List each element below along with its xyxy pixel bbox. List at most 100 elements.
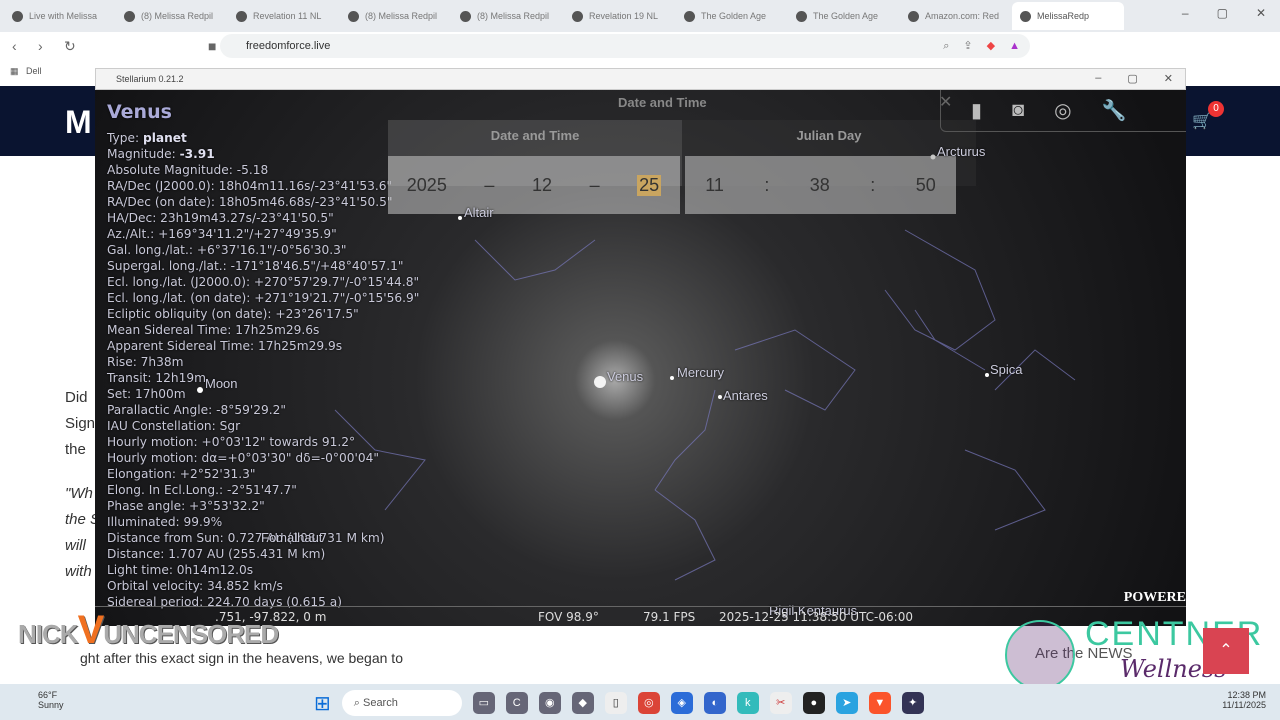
chrome-icon[interactable]: ◎ [637, 692, 660, 714]
stellarium-close[interactable]: ✕ [1164, 72, 1173, 85]
info-label: Parallactic Angle: -8°59'29.2" [107, 403, 286, 417]
brave-icon[interactable]: ▼ [868, 692, 891, 714]
hour-spinner[interactable]: 11 [705, 175, 724, 196]
info-line: Mean Sidereal Time: 17h25m29.6s [107, 322, 419, 338]
system-clock[interactable]: 12:38 PM 11/11/2025 [1222, 690, 1266, 710]
dialog-title: Date and Time [618, 95, 707, 110]
minimize-button[interactable]: – [1182, 6, 1189, 20]
star-label-antares[interactable]: Antares [723, 388, 768, 403]
brave-shield-icon[interactable]: ◆ [987, 34, 995, 58]
date-spinners: 2025 – 12 – 25 [388, 156, 680, 214]
month-spinner[interactable]: 12 [532, 175, 552, 196]
apps-icon[interactable]: ▦ [10, 66, 19, 76]
day-spinner[interactable]: 25 [637, 174, 662, 196]
info-label: Type: [107, 131, 143, 145]
windows-taskbar: 66°F Sunny ⊞ ⌕ Search ▭ C ◉ ◆ ▯ ◎ ◈ ◐ k ✂… [0, 684, 1280, 720]
stellarium-titlebar: Stellarium 0.21.2 – ▢ ✕ [95, 68, 1186, 90]
date-time-dialog: Date and Time Date and Time Julian Day 2… [388, 95, 976, 214]
info-label: Illuminated: 99.9% [107, 515, 223, 529]
clock-time: 12:38 PM [1227, 690, 1266, 700]
zoom-icon[interactable]: ⌕ [943, 34, 949, 58]
browser-tab[interactable]: Revelation 11 NL [228, 2, 340, 30]
close-dialog-icon[interactable]: ✕ [939, 92, 952, 112]
info-line: Magnitude: -3.91 [107, 146, 419, 162]
stellarium-maximize[interactable]: ▢ [1127, 72, 1137, 85]
fov-readout: FOV 98.9° [538, 610, 599, 624]
brave-rewards-icon[interactable]: ▲ [1009, 34, 1020, 58]
task-view-icon[interactable]: ▭ [472, 692, 495, 714]
year-spinner[interactable]: 2025 [407, 175, 447, 196]
app-icon[interactable]: ◈ [670, 692, 693, 714]
second-spinner[interactable]: 50 [916, 175, 936, 196]
share-icon[interactable]: ⇪ [963, 34, 972, 58]
info-label: Distance: 1.707 AU (255.431 M km) [107, 547, 326, 561]
app-icon[interactable]: ◐ [703, 692, 726, 714]
browser-tab[interactable]: (8) Melissa Redpil [340, 2, 452, 30]
address-bar-row: ‹ › ↻ ■ freedomforce.live ⌕ ⇪ ◆ ▲ [0, 32, 1280, 60]
info-label: Transit: 12h19m [107, 371, 206, 385]
tab-title: (8) Melissa Redpil [477, 11, 550, 21]
reload-button[interactable]: ↻ [64, 38, 78, 55]
browser-tab[interactable]: Live with Melissa [4, 2, 116, 30]
file-icon[interactable]: ▯ [604, 692, 627, 714]
label-venus[interactable]: Venus [607, 369, 643, 384]
scroll-to-top-button[interactable]: ⌃ [1203, 628, 1249, 674]
star-label-fomalhaut[interactable]: Fomalhaut [261, 530, 322, 545]
browser-tab[interactable]: MelissaRedp [1012, 2, 1124, 30]
info-label: Orbital velocity: 34.852 km/s [107, 579, 283, 593]
info-label: RA/Dec (J2000.0): 18h04m11.16s/-23°41'53… [107, 179, 393, 193]
copilot-icon[interactable]: C [505, 692, 528, 714]
url-field[interactable]: freedomforce.live ⌕ ⇪ ◆ ▲ [220, 34, 1030, 58]
telescope-icon[interactable]: ▮ [971, 98, 982, 123]
minute-spinner[interactable]: 38 [810, 175, 830, 196]
browser-tab[interactable]: Amazon.com: Red [900, 2, 1012, 30]
browser-tab[interactable]: (8) Melissa Redpil [116, 2, 228, 30]
app-icon[interactable]: ◉ [538, 692, 561, 714]
k-app-icon[interactable]: k [736, 692, 759, 714]
weather-widget[interactable]: 66°F Sunny [38, 690, 64, 710]
sky-view[interactable]: Venus Type: planet Magnitude: -3.91 Absolu… [95, 90, 1186, 626]
browser-tab[interactable]: (8) Melissa Redpil [452, 2, 564, 30]
separator: : [870, 174, 876, 195]
info-line: Elongation: +2°52'31.3" [107, 466, 419, 482]
close-button[interactable]: ✕ [1256, 6, 1266, 20]
star-label-spica[interactable]: Spica [990, 362, 1023, 377]
stellarium-taskbar-icon[interactable]: ✦ [901, 692, 924, 714]
info-line: Hourly motion: +0°03'12" towards 91.2° [107, 434, 419, 450]
weather-desc: Sunny [38, 700, 64, 710]
label-moon[interactable]: Moon [205, 376, 238, 391]
ocular-icon[interactable]: ◙ [1012, 99, 1024, 122]
snipping-tool-icon[interactable]: ✂ [769, 692, 792, 714]
tab-favicon [1020, 10, 1031, 22]
star-label-altair[interactable]: Altair [464, 205, 494, 220]
star-label-arcturus[interactable]: Arcturus [937, 144, 985, 159]
object-name: Venus [107, 101, 172, 123]
telegram-icon[interactable]: ➤ [835, 692, 858, 714]
back-button[interactable]: ‹ [12, 38, 26, 54]
info-label: Hourly motion: dα=+0°03'30" dδ=-0°00'04" [107, 451, 379, 465]
label-mercury[interactable]: Mercury [677, 365, 724, 380]
target-icon[interactable]: ◎ [1054, 98, 1071, 123]
forward-button[interactable]: › [38, 38, 52, 54]
maximize-button[interactable]: ▢ [1217, 6, 1228, 20]
info-line: Supergal. long./lat.: -171°18'46.5"/+48°… [107, 258, 419, 274]
browser-tab[interactable]: The Golden Age [676, 2, 788, 30]
info-line: Rise: 7h38m [107, 354, 419, 370]
start-button[interactable]: ⊞ [314, 691, 331, 716]
info-line: Ecl. long./lat. (on date): +271°19'21.7"… [107, 290, 419, 306]
time-spinners: 11: 38: 50 [685, 156, 956, 214]
info-line: Hourly motion: dα=+0°03'30" dδ=-0°00'04" [107, 450, 419, 466]
wrench-icon[interactable]: 🔧 [1102, 98, 1127, 123]
browser-tab[interactable]: The Golden Age [788, 2, 900, 30]
app-icon[interactable]: ◆ [571, 692, 594, 714]
info-line: Light time: 0h14m12.0s [107, 562, 419, 578]
app-icon[interactable]: ● [802, 692, 825, 714]
top-toolbar: ✕ ▮ ◙ ◎ 🔧 [939, 90, 1186, 132]
browser-tab[interactable]: Revelation 19 NL [564, 2, 676, 30]
tab-favicon [908, 10, 919, 22]
stellarium-minimize[interactable]: – [1095, 72, 1101, 85]
bookmark-folder[interactable]: Dell [26, 66, 42, 76]
taskbar-search[interactable]: ⌕ Search [341, 690, 462, 716]
tab-title: (8) Melissa Redpil [141, 11, 214, 21]
info-label: Light time: 0h14m12.0s [107, 563, 254, 577]
